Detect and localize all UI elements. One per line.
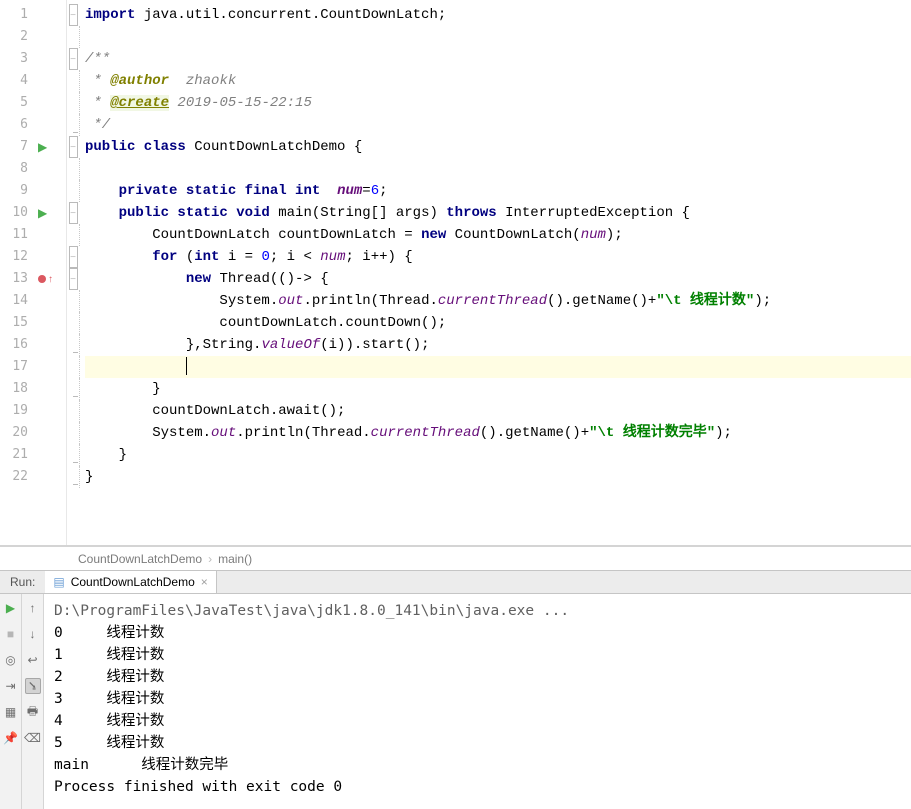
breadcrumb-method[interactable]: main() — [218, 552, 252, 566]
fold-column[interactable]: −−−−−− — [67, 0, 79, 545]
console-output[interactable]: D:\ProgramFiles\JavaTest\java\jdk1.8.0_1… — [44, 594, 911, 809]
fold-toggle-icon[interactable]: − — [69, 268, 78, 290]
marker-column[interactable]: ▶▶↑ — [34, 0, 66, 545]
run-gutter-icon[interactable]: ▶ — [38, 206, 47, 220]
run-toolbar-secondary: ↑ ↓ ↩ ⭸ 🖶 ⌫ — [22, 594, 44, 809]
run-tab-label: CountDownLatchDemo — [71, 575, 195, 589]
rerun-icon[interactable]: ▶ — [3, 600, 19, 616]
code-content[interactable]: import java.util.concurrent.CountDownLat… — [79, 0, 911, 545]
clear-icon[interactable]: ⌫ — [25, 730, 41, 746]
exit-icon[interactable]: ⇥ — [3, 678, 19, 694]
editor-gutter: 12345678910111213141516171819202122 ▶▶↑ — [0, 0, 67, 545]
fold-toggle-icon[interactable]: − — [69, 246, 78, 268]
close-icon[interactable]: × — [201, 575, 208, 589]
run-toolbar-primary: ▶ ■ ◎ ⇥ ▦ 📌 — [0, 594, 22, 809]
fold-toggle-icon[interactable]: − — [69, 48, 78, 70]
line-number-column: 12345678910111213141516171819202122 — [0, 0, 34, 545]
run-panel: ▶ ■ ◎ ⇥ ▦ 📌 ↑ ↓ ↩ ⭸ 🖶 ⌫ D:\ProgramFiles\… — [0, 594, 911, 809]
code-editor[interactable]: 12345678910111213141516171819202122 ▶▶↑ … — [0, 0, 911, 546]
run-config-icon: ▤ — [53, 575, 64, 589]
layout-icon[interactable]: ▦ — [3, 704, 19, 720]
up-icon[interactable]: ↑ — [25, 600, 41, 616]
breakpoint-icon[interactable] — [38, 275, 46, 283]
run-tab[interactable]: ▤ CountDownLatchDemo × — [45, 571, 216, 593]
fold-toggle-icon[interactable]: − — [69, 136, 78, 158]
run-gutter-icon[interactable]: ▶ — [38, 140, 47, 154]
run-label: Run: — [0, 575, 45, 589]
pin-icon[interactable]: 📌 — [3, 730, 19, 746]
fold-toggle-icon[interactable]: − — [69, 4, 78, 26]
dump-icon[interactable]: ◎ — [3, 652, 19, 668]
chevron-right-icon: › — [208, 552, 212, 566]
breadcrumb-class[interactable]: CountDownLatchDemo — [78, 552, 202, 566]
print-icon[interactable]: 🖶 — [25, 704, 41, 720]
soft-wrap-icon[interactable]: ↩ — [25, 652, 41, 668]
run-panel-header: Run: ▤ CountDownLatchDemo × — [0, 570, 911, 594]
breadcrumb-bar[interactable]: CountDownLatchDemo › main() — [0, 546, 911, 570]
down-icon[interactable]: ↓ — [25, 626, 41, 642]
stop-icon[interactable]: ■ — [3, 626, 19, 642]
scroll-to-end-icon[interactable]: ⭸ — [25, 678, 41, 694]
fold-toggle-icon[interactable]: − — [69, 202, 78, 224]
